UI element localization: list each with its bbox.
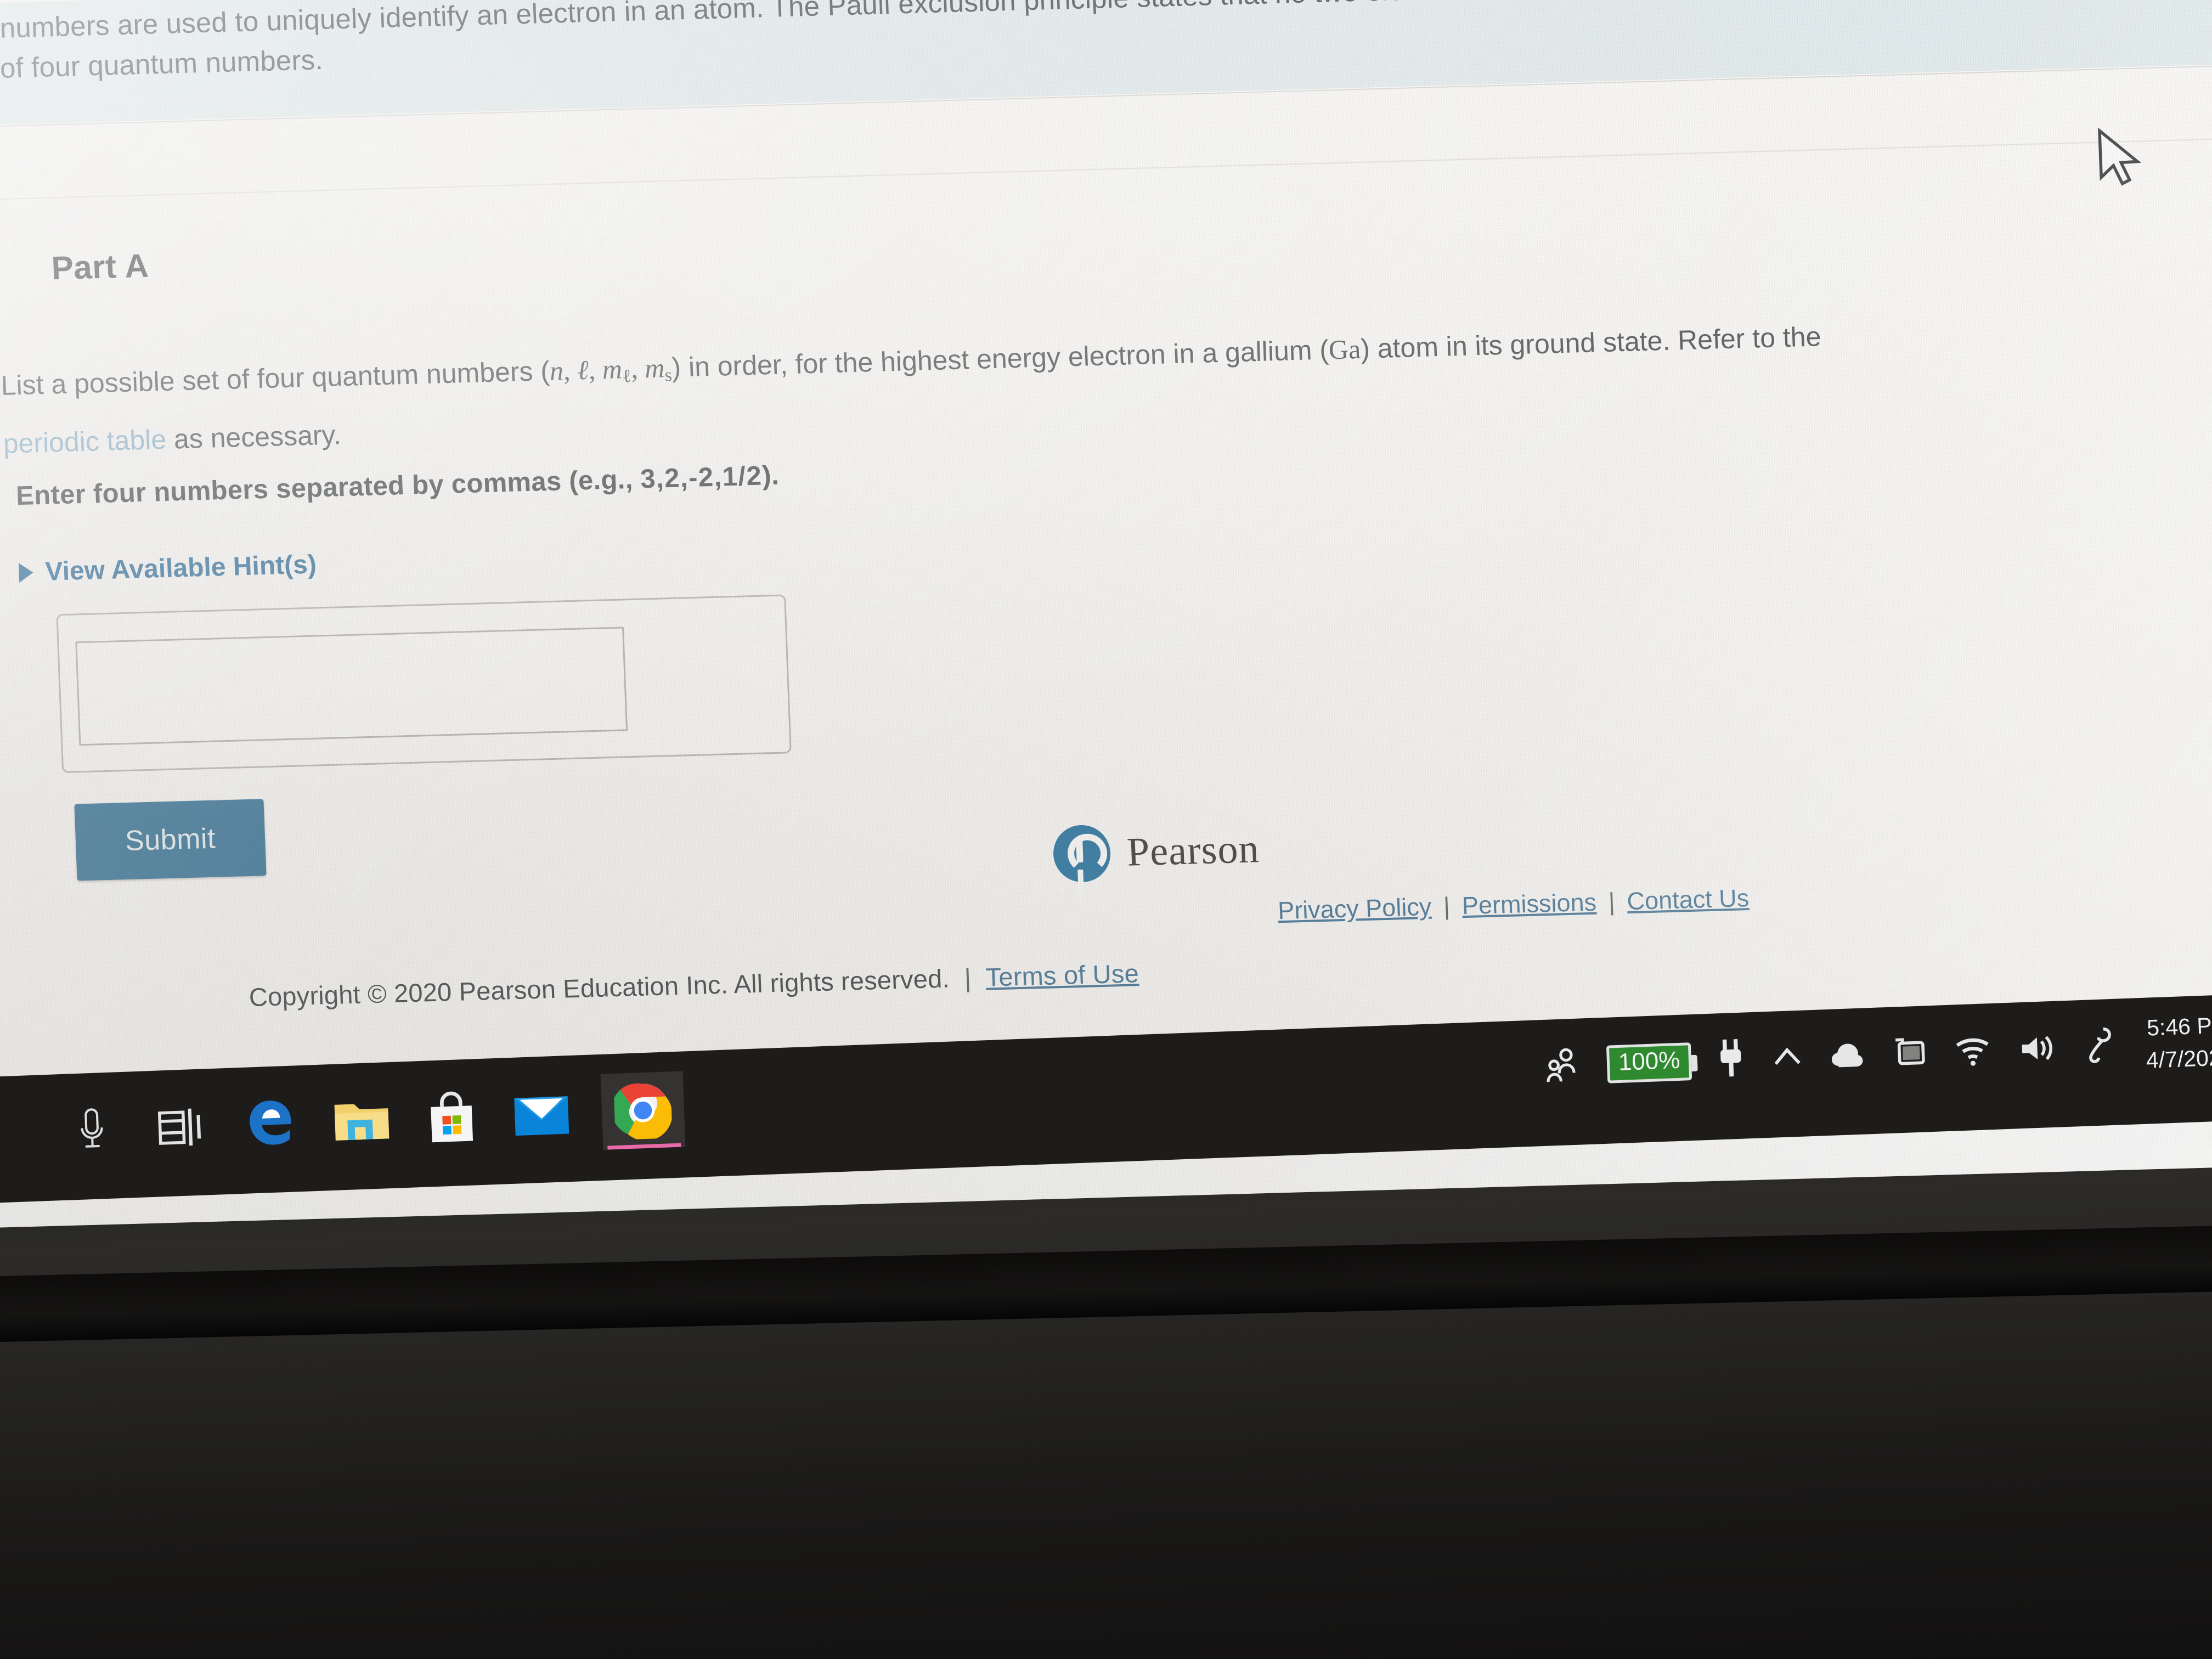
clock-time: 5:46 PM: [2146, 1012, 2212, 1041]
instruction-suffix: ).: [761, 460, 780, 491]
microsoft-store-icon[interactable]: [421, 1087, 482, 1148]
chevron-up-icon[interactable]: [1770, 1043, 1805, 1073]
symbol-ga: Ga: [1328, 333, 1362, 365]
google-chrome-icon[interactable]: [600, 1071, 686, 1150]
wifi-icon[interactable]: [1952, 1033, 1994, 1069]
link-privacy-policy[interactable]: Privacy Policy: [1277, 893, 1432, 926]
mouse-cursor: [2097, 127, 2142, 186]
taskbar-app-icons: [61, 1071, 686, 1169]
section-rule: [0, 136, 2212, 201]
link-separator: |: [1607, 887, 1616, 916]
view-hints-label: View Available Hint(s): [44, 550, 317, 586]
link-separator: |: [1443, 891, 1451, 921]
comma-3: ,: [630, 353, 646, 384]
symbol-ell: ℓ: [576, 354, 589, 386]
comma-2: ,: [588, 354, 603, 385]
answer-format-instruction: Enter four numbers separated by commas (…: [15, 460, 780, 512]
tablet-mode-icon[interactable]: [1891, 1034, 1929, 1073]
question-tail: as necessary.: [165, 419, 342, 455]
link-contact-us[interactable]: Contact Us: [1627, 884, 1750, 916]
pearson-wordmark: Pearson: [1126, 826, 1260, 875]
microsoft-edge-icon[interactable]: [241, 1093, 303, 1155]
file-explorer-icon[interactable]: [331, 1090, 392, 1152]
answer-input[interactable]: [75, 627, 628, 746]
taskbar-clock[interactable]: 5:46 PM 4/7/2020: [2145, 1009, 2212, 1077]
system-tray: 100% 5:46 PM 4/7/2020: [1542, 1009, 2212, 1099]
chevron-right-icon: [18, 562, 34, 583]
footer-links: Privacy Policy | Permissions | Contact U…: [1277, 884, 1750, 925]
comma-1: ,: [562, 354, 578, 386]
page-title: Part A: [50, 247, 150, 287]
cloud-icon[interactable]: [1828, 1038, 1867, 1074]
instruction-prefix: Enter four numbers separated by commas (…: [15, 464, 641, 511]
symbol-n: n: [549, 355, 564, 386]
question-suffix: ) atom in its ground state. Refer to the: [1360, 321, 1822, 364]
question-middle: ) in order, for the highest energy elect…: [671, 334, 1329, 383]
cortana-microphone-icon[interactable]: [61, 1100, 123, 1161]
instruction-example: 3,2,-2,1/2: [640, 461, 763, 494]
volume-icon[interactable]: [2017, 1030, 2058, 1068]
symbol-m: m: [601, 353, 623, 385]
periodic-table-link[interactable]: periodic table: [3, 424, 167, 459]
question-prefix: List a possible set of four quantum numb…: [0, 355, 550, 401]
pen-icon[interactable]: [2081, 1025, 2117, 1067]
symbol-ms: m: [644, 352, 665, 384]
copyright-text: Copyright © 2020 Pearson Education Inc. …: [248, 963, 950, 1012]
symbol-m-subscript: ℓ: [622, 366, 632, 387]
pearson-logo: Pearson: [1052, 820, 1260, 883]
people-icon[interactable]: [1543, 1045, 1584, 1088]
pearson-interrobang-icon: [1052, 824, 1112, 883]
copyright-line: Copyright © 2020 Pearson Education Inc. …: [249, 958, 1139, 1012]
power-plug-icon: [1720, 1039, 1741, 1077]
submit-button[interactable]: Submit: [74, 799, 267, 881]
laptop-screen-photo: PrtSc Insert ntum numbers are used to un…: [0, 0, 2212, 1659]
link-permissions[interactable]: Permissions: [1462, 888, 1597, 921]
task-view-icon[interactable]: [151, 1097, 213, 1158]
question-text: List a possible set of four quantum numb…: [0, 300, 2212, 469]
link-separator: |: [963, 963, 972, 992]
battery-percent-badge[interactable]: 100%: [1606, 1042, 1692, 1084]
mail-icon[interactable]: [511, 1084, 572, 1145]
browser-page: ntum numbers are used to uniquely identi…: [0, 0, 2212, 1157]
clock-date: 4/7/2020: [2146, 1045, 2212, 1074]
view-hints-toggle[interactable]: View Available Hint(s): [18, 550, 317, 588]
answer-container: [56, 594, 792, 774]
link-terms-of-use[interactable]: Terms of Use: [985, 958, 1139, 992]
